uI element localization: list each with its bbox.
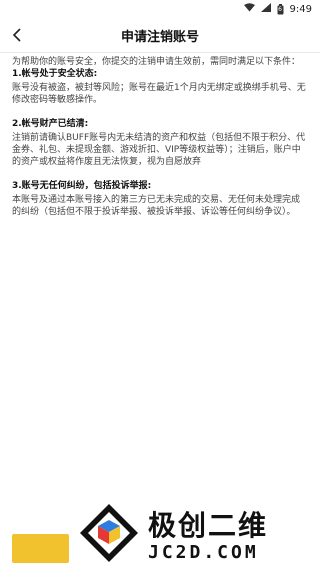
watermark-cn: 极创二维 xyxy=(148,508,269,542)
app-bar: 申请注销账号 xyxy=(0,18,320,53)
battery-icon: 6 xyxy=(277,3,284,15)
signal-icon xyxy=(260,3,271,15)
watermark-en: JC2D.COM xyxy=(148,541,259,563)
section-body: 本账号及通过本账号接入的第三方已无未完成的交易、无任何未处理完成的纠纷（包括但不… xyxy=(12,195,301,217)
section-heading: 3.账号无任何纠纷，包括投诉举报: xyxy=(12,181,152,191)
status-time: 9:49 xyxy=(289,3,312,15)
page-title: 申请注销账号 xyxy=(120,29,199,45)
content: 为帮助你的账号安全，你提交的注销申请生效前，需同时满足以下条件： 1.帐号处于安… xyxy=(12,56,308,230)
section-assets-settled: 2.帐号财产已结清: 注销前请确认BUFF账号内无未结清的资产和权益（包括但不限… xyxy=(12,118,308,168)
section-safe-state: 1.帐号处于安全状态: 账号没有被盗，被封等风险；账号在最近1个月内无绑定或换绑… xyxy=(12,68,308,106)
watermark-logo xyxy=(80,504,138,562)
back-button[interactable] xyxy=(6,25,28,47)
watermark: 极创二维 JC2D.COM xyxy=(78,498,320,568)
confirm-button[interactable] xyxy=(12,534,69,563)
chevron-left-icon xyxy=(12,26,22,47)
section-heading: 2.帐号财产已结清: xyxy=(12,119,89,129)
section-heading: 1.帐号处于安全状态: xyxy=(12,69,98,79)
section-body: 注销前请确认BUFF账号内无未结清的资产和权益（包括但不限于积分、代金券、礼包、… xyxy=(12,133,306,167)
battery-level: 6 xyxy=(278,5,282,13)
status-bar: 6 9:49 xyxy=(0,0,320,18)
wifi-icon xyxy=(243,3,255,15)
section-body: 账号没有被盗，被封等风险；账号在最近1个月内无绑定或换绑手机号、无修改密码等敏感… xyxy=(12,83,306,105)
intro-text: 为帮助你的账号安全，你提交的注销申请生效前，需同时满足以下条件： xyxy=(12,57,301,67)
section-no-disputes: 3.账号无任何纠纷，包括投诉举报: 本账号及通过本账号接入的第三方已无未完成的交… xyxy=(12,180,308,218)
